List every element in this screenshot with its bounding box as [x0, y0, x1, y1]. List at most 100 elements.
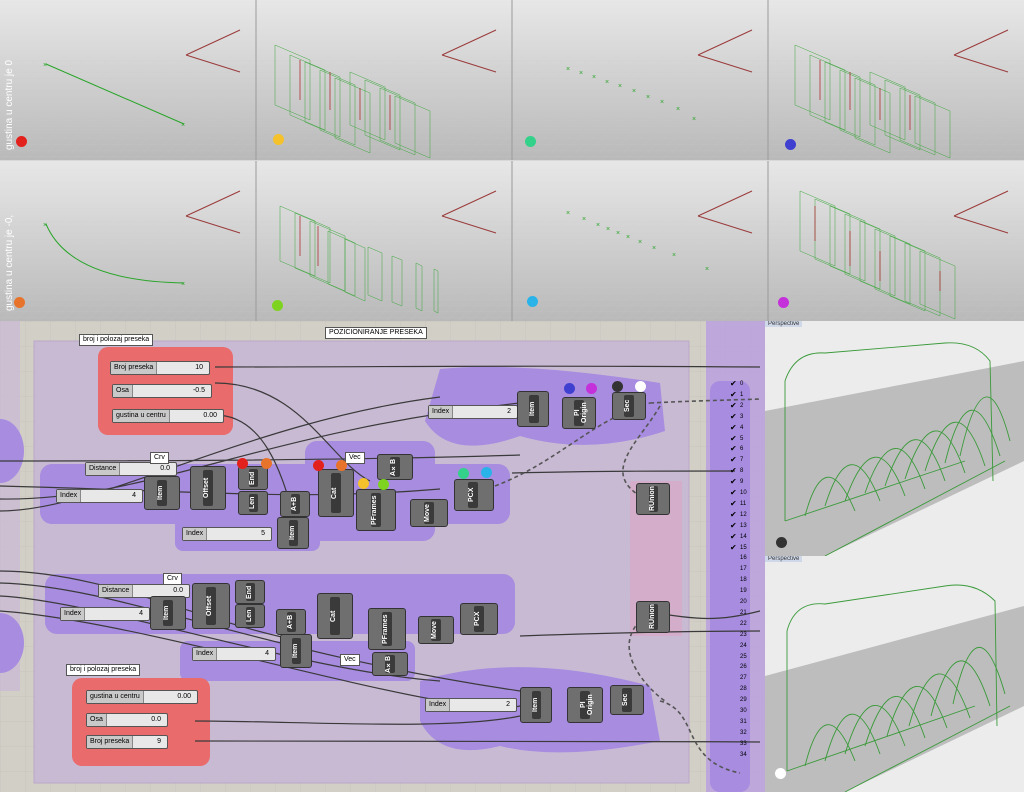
move-component-mid[interactable]: Move — [410, 499, 448, 527]
item-component-low2[interactable]: Item — [280, 634, 312, 668]
slider-index-top[interactable]: Index 2 — [428, 405, 518, 419]
slider-osa[interactable]: Osa -0.5 — [112, 384, 212, 398]
list-check-icon: ✔ — [730, 520, 737, 530]
len-component-mid[interactable]: Len — [238, 491, 268, 515]
list-index: 24 — [740, 642, 747, 649]
svg-text:×: × — [592, 74, 596, 81]
list-check-icon: ✔ — [730, 455, 737, 465]
svg-text:×: × — [618, 83, 622, 90]
offset-component-low[interactable]: Offset — [192, 583, 230, 629]
slider-broj-preseka[interactable]: Broj preseka 10 — [110, 361, 210, 375]
list-index: 20 — [740, 599, 747, 605]
list-index: 3 — [740, 413, 744, 420]
svg-text:×: × — [632, 88, 636, 95]
vec-param-bottom[interactable]: Vec — [340, 654, 360, 666]
crv-param[interactable]: Crv — [150, 452, 169, 464]
axb-component-mid[interactable]: A×B — [377, 454, 413, 480]
perspective-view-bottom[interactable]: Perspective — [765, 556, 1024, 792]
list-index: 11 — [740, 500, 747, 507]
list-index: 18 — [740, 577, 747, 584]
cat-component-low[interactable]: Cat — [317, 593, 353, 639]
slider-osa-bottom[interactable]: Osa 0.0 — [86, 713, 168, 727]
list-check-icon: ✔ — [730, 542, 737, 552]
svg-text:×: × — [626, 234, 630, 241]
svg-text:×: × — [181, 281, 185, 288]
slider-gustina[interactable]: gustina u centru 0.00 — [112, 409, 224, 423]
crv-param-bottom[interactable]: Crv — [163, 573, 182, 585]
pframes-component-mid[interactable]: PFrames — [356, 489, 396, 531]
canvas-dot-teal — [458, 468, 469, 479]
runion-component-top[interactable]: RUnion — [636, 483, 670, 515]
viewport-row-2-graphic[interactable]: × × × × × × × × × × × × — [0, 161, 1024, 321]
viewport-row-1: × × × × × × × × × × × × gustina u centru je 0 — [0, 0, 1024, 160]
slider-distance-top[interactable]: Distance 0.0 — [85, 462, 177, 476]
perspective-bottom-title: Perspective — [765, 556, 803, 562]
list-index: 5 — [740, 435, 744, 442]
svg-text:×: × — [566, 66, 570, 73]
list-index: 13 — [740, 522, 747, 529]
list-index: 27 — [740, 675, 747, 682]
svg-text:×: × — [672, 252, 676, 259]
slider-index-mid2[interactable]: Index 5 — [182, 527, 272, 541]
move-component-low[interactable]: Move — [418, 616, 454, 644]
item-component-mid[interactable]: Item — [144, 476, 180, 510]
canvas-dot-red-1 — [237, 458, 248, 469]
list-check-icon: ✔ — [730, 477, 737, 487]
offset-component-mid[interactable]: Offset — [190, 466, 226, 510]
list-index: 4 — [740, 424, 744, 431]
pcx-component-mid[interactable]: PCX — [454, 479, 494, 511]
grasshopper-canvas[interactable]: POZICIONIRANJE PRESEKA broj i polozaj pr… — [0, 321, 765, 792]
sec-component-bottom[interactable]: Sec — [610, 685, 644, 715]
perspective-view-top[interactable]: Perspective — [765, 321, 1024, 556]
perspective-top-dot — [776, 537, 787, 548]
list-index: 30 — [740, 708, 747, 714]
svg-text:×: × — [181, 122, 185, 129]
len-component-low[interactable]: Len — [235, 604, 265, 628]
slider-index-mid1[interactable]: Index 4 — [56, 489, 143, 503]
list-check-icon: ✔ — [730, 422, 737, 432]
sec-component-top[interactable]: Sec — [612, 392, 646, 420]
item-component-bottom[interactable]: Item — [520, 687, 552, 723]
item-component-mid2[interactable]: Item — [277, 517, 309, 549]
list-check-icon: ✔ — [730, 509, 737, 519]
marker-cyan-dot — [527, 296, 538, 307]
vec-param[interactable]: Vec — [345, 452, 365, 464]
slider-index-lower1[interactable]: Index 4 — [60, 607, 150, 621]
list-index: 29 — [740, 697, 747, 704]
slider-gustina-bottom[interactable]: gustina u centru 0.00 — [86, 690, 198, 704]
runion-component-low[interactable]: RUnion — [636, 601, 670, 633]
slider-broj-preseka-bottom[interactable]: Broj preseka 9 — [86, 735, 168, 749]
plorigin-component-top[interactable]: Pl Origin — [562, 397, 596, 429]
pframes-component-low[interactable]: PFrames — [368, 608, 406, 650]
bottom-group-label: broj i polozaj preseka — [66, 664, 141, 676]
end-component-mid[interactable]: End — [238, 466, 268, 490]
canvas-dot-blue — [564, 383, 575, 394]
ab-component-low[interactable]: A+B — [276, 609, 306, 635]
list-check-icon: ✔ — [730, 444, 737, 454]
canvas-dot-lime — [378, 479, 389, 490]
canvas-dot-orange-2 — [336, 460, 347, 471]
end-component-low[interactable]: End — [235, 580, 265, 604]
svg-text:×: × — [606, 226, 610, 233]
list-index: 34 — [740, 751, 747, 758]
svg-text:×: × — [660, 99, 664, 106]
list-index: 32 — [740, 729, 747, 736]
ab-component-mid[interactable]: A+B — [280, 491, 310, 517]
pcx-component-low[interactable]: PCX — [460, 603, 498, 635]
list-check-icon: ✔ — [730, 379, 737, 388]
item-component-top[interactable]: Item — [517, 391, 549, 427]
list-index: 31 — [740, 718, 747, 725]
list-check-icon: ✔ — [730, 389, 737, 399]
axb-component-low[interactable]: A×B — [372, 652, 408, 676]
list-index: 17 — [740, 566, 747, 573]
plorigin-component-bottom[interactable]: Pl Origin — [567, 687, 603, 723]
cat-component-mid[interactable]: Cat — [318, 469, 354, 517]
group-title: POZICIONIRANJE PRESEKA — [325, 327, 427, 339]
marker-red-dot — [16, 136, 27, 147]
marker-yellow-dot — [273, 134, 284, 145]
slider-index-lower2[interactable]: Index 4 — [192, 647, 276, 661]
viewport-row-1-graphic[interactable]: × × × × × × × × × × × × — [0, 0, 1024, 160]
item-component-low[interactable]: Item — [150, 596, 186, 630]
slider-index-bottom[interactable]: Index 2 — [425, 698, 517, 712]
svg-text:×: × — [638, 239, 642, 246]
